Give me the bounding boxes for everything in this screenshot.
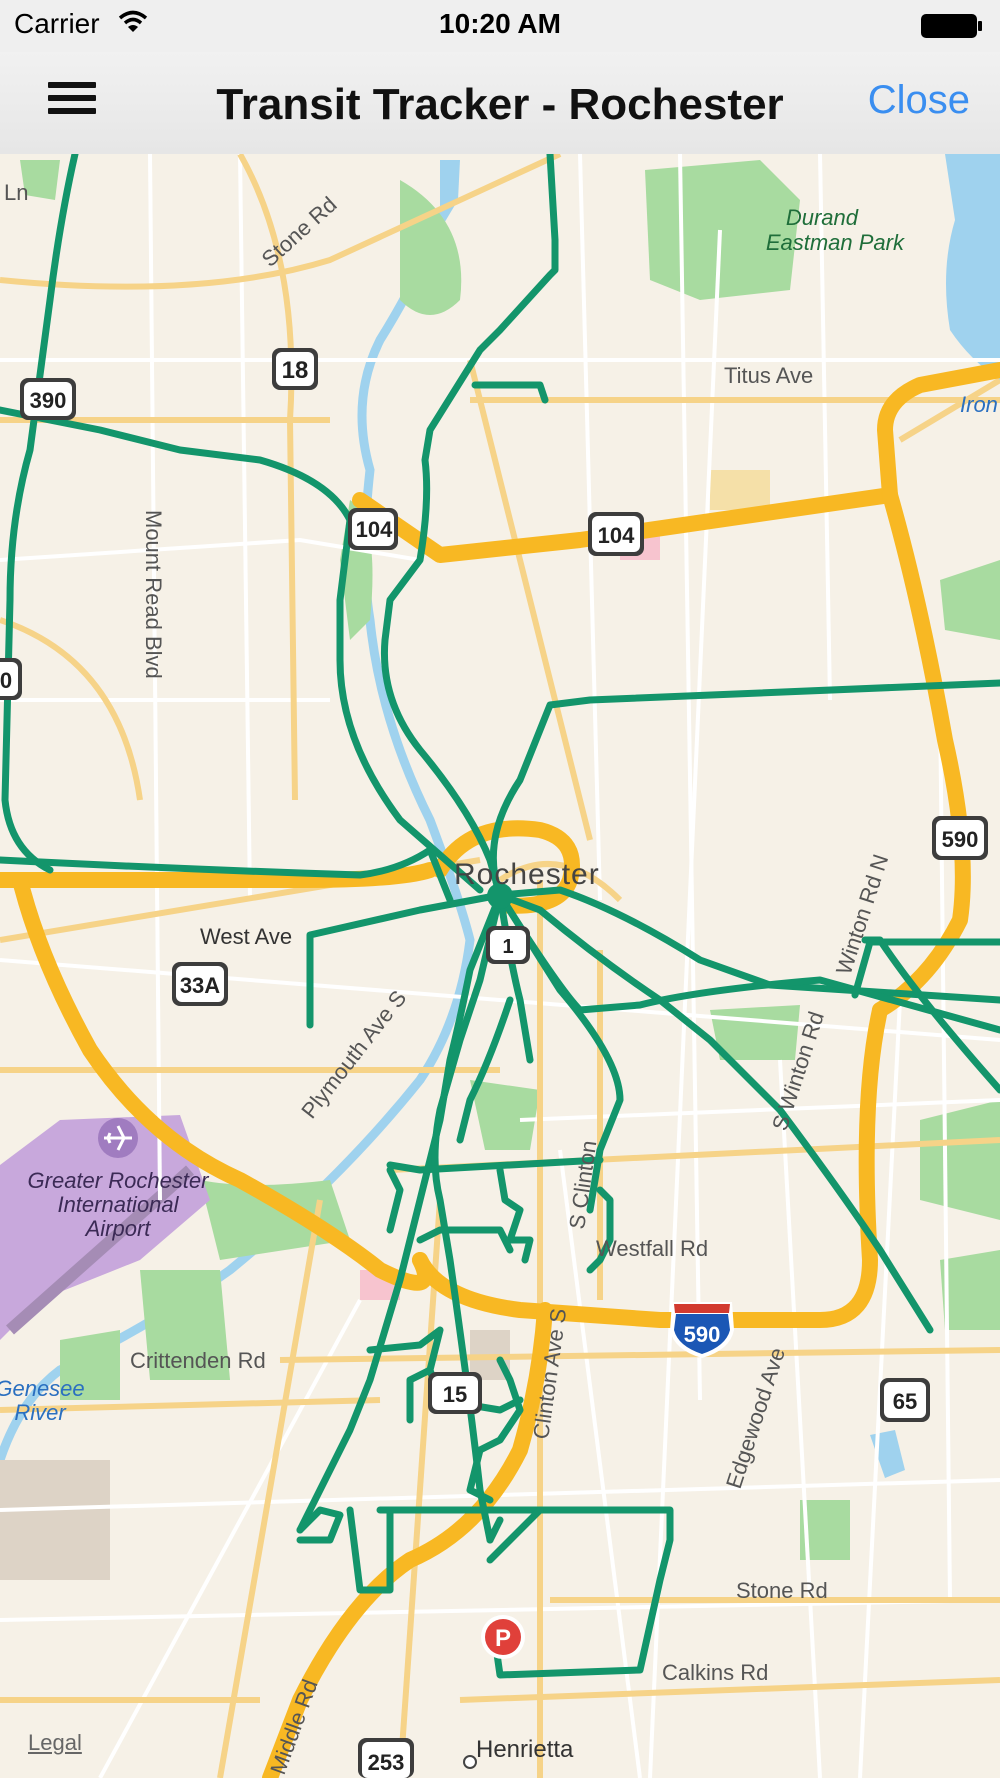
shield-33a: 33A	[172, 962, 228, 1006]
transit-map[interactable]: 18 104 104 390 0 590 33A 65 253 15 1 590…	[0, 154, 1000, 1778]
battery-icon	[921, 14, 982, 38]
river-label-2: River	[14, 1400, 67, 1425]
svg-text:0: 0	[0, 668, 12, 693]
road-label-titus: Titus Ave	[724, 363, 813, 388]
svg-text:104: 104	[356, 517, 393, 542]
road-label-calkins: Calkins Rd	[662, 1660, 768, 1685]
road-label-crittenden: Crittenden Rd	[130, 1348, 266, 1373]
road-label-stone-south: Stone Rd	[736, 1578, 828, 1603]
svg-text:253: 253	[368, 1750, 405, 1775]
road-label-mount-read: Mount Read Blvd	[141, 510, 166, 679]
shield-18: 18	[272, 348, 318, 390]
henrietta-dot	[463, 1755, 477, 1769]
shield-104-east: 104	[588, 512, 644, 556]
svg-text:33A: 33A	[180, 973, 220, 998]
navigation-bar: Transit Tracker - Rochester Close	[0, 52, 1000, 155]
close-button[interactable]: Close	[868, 78, 970, 123]
shield-center: 1	[486, 926, 530, 964]
airport-label-1: Greater Rochester	[28, 1168, 211, 1193]
status-time: 10:20 AM	[439, 8, 561, 39]
road-label-ln: Ln	[4, 180, 28, 205]
river-label-1: Genesee	[0, 1376, 85, 1401]
road-label-west-ave: West Ave	[200, 924, 292, 949]
road-label-westfall: Westfall Rd	[596, 1236, 708, 1261]
svg-text:15: 15	[443, 1382, 467, 1407]
park-label-eastman: Eastman Park	[766, 230, 905, 255]
shield-65: 65	[880, 1378, 930, 1422]
legal-link[interactable]: Legal	[28, 1730, 82, 1756]
shield-390-edge: 0	[0, 658, 22, 700]
airport-label-2: International	[57, 1192, 179, 1217]
shield-104-west: 104	[348, 508, 398, 550]
status-bar: Carrier 10:20 AM	[0, 0, 1000, 52]
shield-390: 390	[20, 378, 76, 420]
park-label-durand: Durand	[786, 205, 859, 230]
svg-text:P: P	[495, 1625, 511, 1652]
svg-text:590: 590	[684, 1322, 721, 1347]
shield-590-north: 590	[932, 816, 988, 860]
airport-label-3: Airport	[84, 1216, 152, 1241]
svg-text:65: 65	[893, 1389, 917, 1414]
place-label-henrietta: Henrietta	[476, 1736, 574, 1763]
shield-253: 253	[358, 1738, 414, 1778]
page-title: Transit Tracker - Rochester	[216, 80, 784, 129]
city-label-rochester: Rochester	[454, 858, 600, 891]
svg-text:104: 104	[598, 523, 635, 548]
airplane-icon	[98, 1118, 138, 1158]
shield-15: 15	[428, 1372, 482, 1414]
svg-text:18: 18	[282, 357, 309, 384]
parking-marker[interactable]: P	[481, 1615, 525, 1659]
svg-text:590: 590	[942, 827, 979, 852]
water-label-iron: Iron	[960, 392, 998, 417]
svg-text:390: 390	[30, 388, 67, 413]
svg-text:1: 1	[502, 936, 513, 958]
